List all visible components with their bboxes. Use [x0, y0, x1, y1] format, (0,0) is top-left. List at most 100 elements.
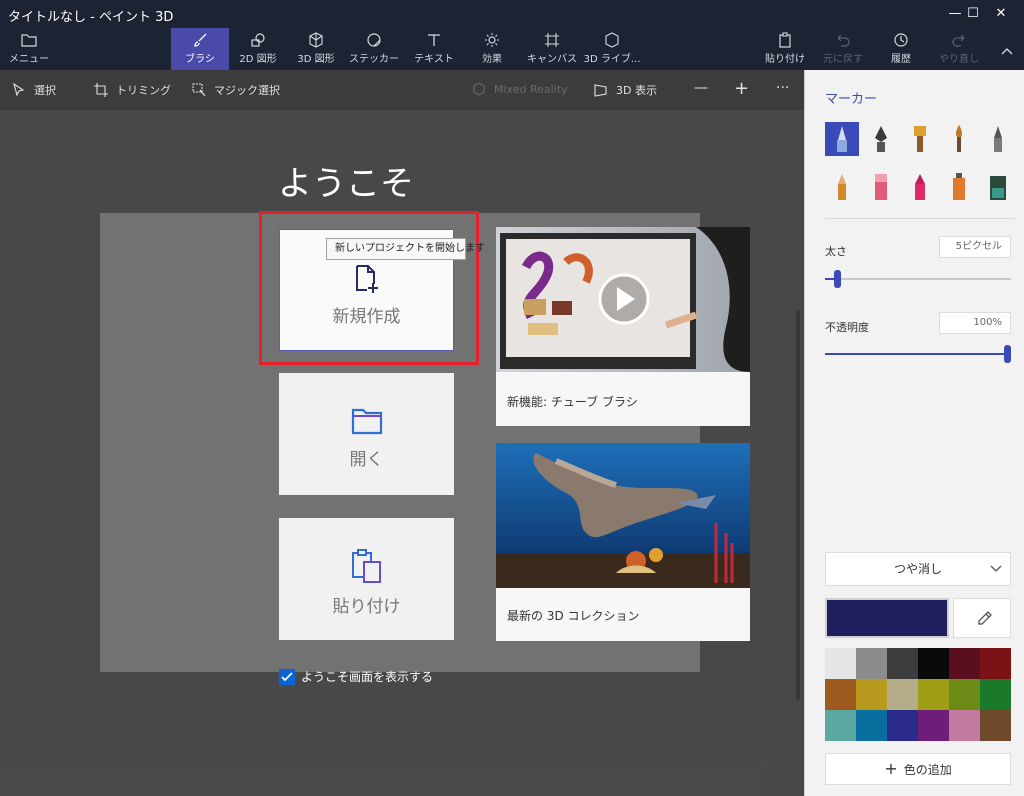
history-button[interactable]: 履歴 [872, 28, 930, 70]
welcome-title: ようこそ [278, 164, 414, 204]
brush-oil[interactable] [903, 122, 937, 156]
show-welcome-checkbox[interactable] [279, 669, 295, 685]
color-swatch[interactable] [887, 648, 918, 679]
brush-eraser[interactable] [864, 170, 898, 204]
add-color-button[interactable]: + 色の追加 [825, 753, 1011, 785]
more-options-button[interactable]: ··· [776, 80, 789, 96]
tool-3d-shapes[interactable]: 3D 図形 [287, 28, 345, 70]
clipboard-icon [756, 28, 814, 50]
thickness-slider-thumb[interactable] [834, 270, 841, 288]
eyedropper-button[interactable] [953, 598, 1011, 638]
plus-icon: + [884, 759, 898, 778]
redo-button[interactable]: やり直し [930, 28, 988, 70]
color-swatch[interactable] [918, 648, 949, 679]
tool-brush[interactable]: ブラシ [171, 28, 229, 70]
3d-collection-thumbnail[interactable] [496, 443, 750, 588]
zoom-out-button[interactable]: — [694, 80, 708, 96]
opacity-slider[interactable] [825, 345, 1011, 363]
crop-icon [94, 83, 108, 97]
brush-calligraphy-pen[interactable] [864, 122, 898, 156]
color-swatch[interactable] [949, 679, 980, 710]
3d-shapes-icon [287, 28, 345, 50]
thickness-slider[interactable] [825, 270, 1011, 288]
finish-dropdown[interactable]: つや消し [825, 552, 1011, 586]
tool-text[interactable]: テキスト [405, 28, 463, 70]
color-swatch[interactable] [825, 679, 856, 710]
tool-stickers-label: ステッカー [349, 54, 399, 65]
mixed-reality-button[interactable]: Mixed Reality [472, 82, 568, 98]
menu-label: メニュー [9, 54, 49, 65]
tube-brush-feature-card[interactable]: 新機能: チューブ ブラシ [496, 227, 750, 426]
3d-view-toggle[interactable]: 3D 表示 [594, 82, 657, 98]
tool-2d-shapes[interactable]: 2D 図形 [229, 28, 287, 70]
close-button[interactable]: ✕ [978, 0, 1024, 28]
crayon-icon [915, 174, 925, 200]
undo-button[interactable]: 元に戻す [814, 28, 872, 70]
paste-toolbar-button[interactable]: 貼り付け [756, 28, 814, 70]
select-button[interactable]: 選択 [12, 82, 56, 98]
marker-icon [837, 126, 847, 152]
thickness-input[interactable]: 5ピクセル [939, 236, 1011, 258]
brush-icon [171, 28, 229, 50]
cursor-icon [13, 82, 25, 97]
open-card[interactable]: 開く [279, 373, 454, 495]
tube-brush-video-thumbnail[interactable] [496, 227, 750, 372]
color-swatch[interactable] [980, 648, 1011, 679]
color-swatch[interactable] [949, 648, 980, 679]
zoom-in-button[interactable]: + [734, 78, 749, 99]
brush-watercolor[interactable] [942, 122, 976, 156]
tool-canvas[interactable]: キャンバス [523, 28, 581, 70]
paste-card[interactable]: 貼り付け [279, 518, 454, 640]
current-color-swatch[interactable] [825, 598, 949, 638]
video-thumbnail-image [496, 227, 750, 372]
brush-spray-can[interactable] [942, 170, 976, 204]
brush-fill[interactable] [981, 170, 1015, 204]
tool-effects[interactable]: 効果 [463, 28, 521, 70]
3d-view-icon [594, 84, 607, 97]
3d-collection-card[interactable]: 最新の 3D コレクション [496, 443, 750, 641]
color-swatch[interactable] [918, 710, 949, 741]
sticker-icon [345, 28, 403, 50]
highlight-frame [259, 211, 479, 365]
color-swatch[interactable] [980, 710, 1011, 741]
color-swatch[interactable] [825, 710, 856, 741]
opacity-slider-thumb[interactable] [1004, 345, 1011, 363]
color-swatch[interactable] [825, 648, 856, 679]
brush-pixel-pen[interactable] [981, 122, 1015, 156]
show-welcome-checkbox-row[interactable]: ようこそ画面を表示する [279, 668, 433, 685]
color-swatch[interactable] [980, 679, 1011, 710]
magic-select-label: マジック選択 [214, 84, 280, 97]
color-swatch[interactable] [856, 648, 887, 679]
magic-select-icon [192, 83, 206, 97]
menu-button[interactable]: メニュー [0, 28, 58, 70]
brush-crayon[interactable] [903, 170, 937, 204]
window-title: タイトルなし - ペイント 3D [8, 10, 174, 25]
effects-icon [463, 28, 521, 50]
magic-select-button[interactable]: マジック選択 [192, 82, 280, 98]
crop-button[interactable]: トリミング [94, 82, 171, 98]
panel-separator [825, 218, 1015, 219]
opacity-input[interactable]: 100% [939, 312, 1011, 334]
color-swatch[interactable] [949, 710, 980, 741]
spray-can-icon [953, 173, 965, 200]
color-swatch[interactable] [856, 710, 887, 741]
watercolor-icon [955, 125, 963, 152]
color-swatch[interactable] [887, 710, 918, 741]
tool-3d-library[interactable]: 3D ライブ... [583, 28, 641, 70]
select-label: 選択 [34, 84, 56, 97]
panel-title: マーカー [825, 92, 878, 107]
brush-pencil[interactable] [825, 170, 859, 204]
tool-3d-library-label: 3D ライブ... [583, 54, 641, 65]
tool-canvas-label: キャンバス [527, 54, 577, 65]
color-swatch[interactable] [918, 679, 949, 710]
mixed-reality-icon [473, 82, 485, 96]
2d-shapes-icon [229, 28, 287, 50]
brush-marker[interactable] [825, 122, 859, 156]
collapse-toolbar-button[interactable] [990, 28, 1024, 70]
tool-stickers[interactable]: ステッカー [345, 28, 403, 70]
color-swatch[interactable] [856, 679, 887, 710]
undo-icon [814, 28, 872, 50]
color-swatch[interactable] [887, 679, 918, 710]
eyedropper-icon [978, 611, 992, 625]
checkmark-icon [281, 672, 293, 682]
